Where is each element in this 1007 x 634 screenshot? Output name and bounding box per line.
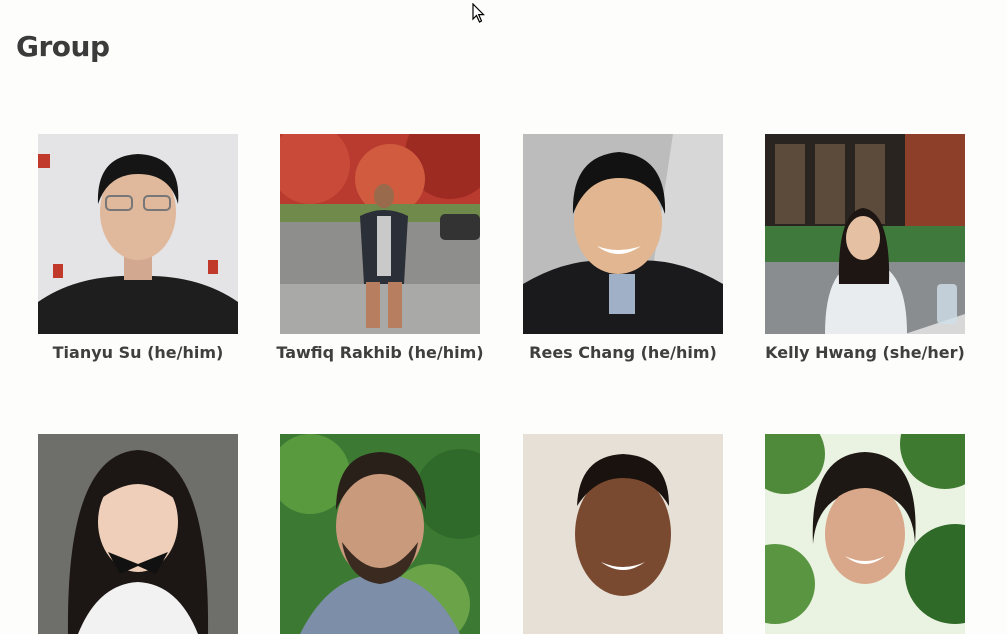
member-name: Tianyu Su (he/him): [52, 343, 224, 362]
member-photo: [765, 134, 965, 334]
member-photo: [765, 434, 965, 634]
member-photo: [38, 134, 238, 334]
page-title: Group: [16, 30, 110, 63]
member-photo: [280, 134, 480, 334]
member-name: Rees Chang (he/him): [529, 343, 717, 362]
member-photo: [523, 134, 723, 334]
member-name: Tawfiq Rakhib (he/him): [276, 343, 484, 362]
member-photo: [38, 434, 238, 634]
member-photo: [280, 434, 480, 634]
member-name: Kelly Hwang (she/her): [765, 343, 965, 362]
member-photo: [523, 434, 723, 634]
mouse-cursor-icon: [472, 3, 485, 23]
